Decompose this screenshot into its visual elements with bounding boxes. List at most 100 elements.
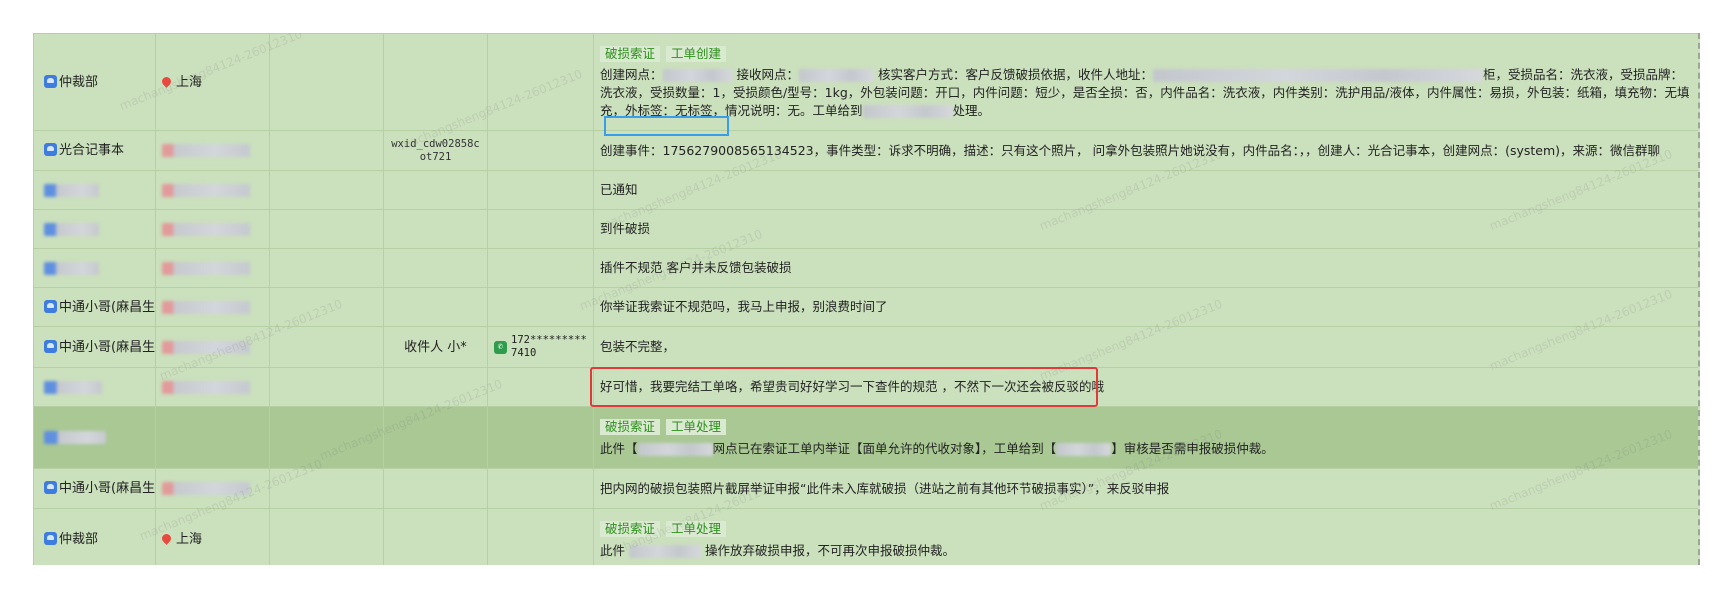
phone-cell — [487, 287, 594, 327]
empty-cell — [269, 406, 384, 469]
receiver-text: 收件人 小* — [404, 339, 467, 355]
table-row: 到件破损 — [33, 209, 1698, 249]
desc-part: 处理。 — [952, 102, 991, 118]
desc-part: 此件 — [600, 542, 626, 558]
description-text: 此件 操作放弃破损申报，不可再次申报破损仲裁。 — [600, 542, 1692, 560]
wxid-cell — [383, 468, 488, 509]
desc-part: 核实客户方式：客户反馈破损依据，收件人地址： — [878, 66, 1154, 82]
message-table: 仲裁部 上海 破损索证 工单创建 创建网点： 接收网点： 核实客户方式：客户反馈破… — [33, 33, 1700, 565]
redacted-text — [162, 482, 250, 495]
phone-icon[interactable]: ✆ — [494, 340, 507, 354]
phone-cell — [487, 248, 594, 288]
description-cell: 已通知 — [593, 170, 1698, 210]
empty-cell — [269, 130, 384, 171]
annotation-highlight-box — [604, 116, 729, 136]
table-row: 已通知 — [33, 170, 1698, 210]
redacted-text — [162, 340, 250, 354]
location-cell: 上海 — [155, 508, 270, 565]
wxid-cell — [383, 248, 488, 288]
wxid-cell — [383, 287, 488, 327]
operator-name: 仲裁部 — [59, 74, 99, 90]
tag-ticket-process[interactable]: 工单处理 — [666, 520, 727, 537]
phone-cell — [487, 508, 594, 565]
table-row: 中通小哥(麻昌生) 你举证我索证不规范吗，我马上申报，别浪费时间了 — [33, 287, 1698, 327]
redacted-text — [44, 431, 106, 444]
location-cell — [155, 468, 270, 509]
phone-cell — [487, 130, 594, 171]
redacted-text — [162, 300, 250, 314]
phone-cell — [487, 33, 594, 131]
table-row: 中通小哥(麻昌生) 收件人 小* ✆ 172*********7410 包装不完整… — [33, 326, 1698, 368]
user-icon — [44, 74, 57, 88]
phone-cell — [487, 209, 594, 249]
tag-damage-claim[interactable]: 破损索证 — [600, 418, 661, 435]
operator-name: 仲裁部 — [59, 532, 99, 547]
empty-cell — [269, 326, 384, 368]
operator-name: 中通小哥(麻昌生) — [59, 299, 156, 315]
desc-part: 操作放弃破损申报，不可再次申报破损仲裁。 — [704, 542, 955, 558]
location-cell — [155, 130, 270, 171]
location-cell — [155, 287, 270, 327]
description-text: 把内网的破损包装照片截屏举证申报“此件未入库就破损（进站之前有其他环节破损事实）… — [600, 480, 1170, 496]
location-cell — [155, 367, 270, 407]
description-text: 到件破损 — [600, 221, 651, 236]
redacted-text — [629, 544, 701, 558]
description-text: 包装不完整， — [600, 339, 676, 354]
redacted-text — [1056, 442, 1112, 456]
operator-cell — [33, 367, 156, 407]
description-text: 插件不规范 客户并未反馈包装破损 — [600, 260, 792, 275]
redacted-text — [637, 442, 713, 456]
operator-cell: 光合记事本 — [33, 130, 156, 171]
description-cell: 到件破损 — [593, 209, 1698, 249]
wxid-text: wxid_cdw02858cot721 — [391, 137, 480, 163]
tag-ticket-create[interactable]: 工单创建 — [666, 45, 727, 62]
description-cell: 破损索证 工单处理 此件 操作放弃破损申报，不可再次申报破损仲裁。 — [593, 508, 1698, 565]
redacted-text — [44, 380, 102, 394]
location-cell — [155, 406, 270, 469]
operator-name: 中通小哥(麻昌生) — [59, 339, 156, 355]
location-cell — [155, 209, 270, 249]
description-cell: 你举证我索证不规范吗，我马上申报，别浪费时间了 — [593, 287, 1698, 327]
wxid-cell: wxid_cdw02858cot721 — [383, 130, 488, 171]
empty-cell — [269, 468, 384, 509]
user-icon — [44, 299, 57, 313]
description-cell: 创建事件：1756279008565134523，事件类型：诉求不明确，描述：只… — [593, 130, 1698, 171]
redacted-text — [162, 380, 250, 394]
receiver-cell: 收件人 小* — [383, 326, 488, 368]
table-row: 仲裁部 上海 破损索证 工单处理 此件 操作放弃破损申报，不可再次申报破损仲裁。 — [33, 508, 1698, 565]
tag-group: 破损索证 工单创建 — [600, 45, 1692, 63]
location-pin-icon — [160, 74, 173, 88]
operator-name: 光合记事本 — [59, 143, 125, 158]
table-row: 插件不规范 客户并未反馈包装破损 — [33, 248, 1698, 288]
operator-cell — [33, 248, 156, 288]
table-row: 中通小哥(麻昌生) 把内网的破损包装照片截屏举证申报“此件未入库就破损（进站之前… — [33, 468, 1698, 509]
description-cell: 插件不规范 客户并未反馈包装破损 — [593, 248, 1698, 288]
redacted-text — [799, 68, 875, 82]
desc-part: 创建网点： — [600, 66, 663, 82]
operator-cell — [33, 170, 156, 210]
tag-damage-claim[interactable]: 破损索证 — [600, 520, 661, 537]
tag-ticket-process[interactable]: 工单处理 — [666, 418, 727, 435]
tag-group: 破损索证 工单处理 — [600, 520, 1692, 538]
description-cell: 破损索证 工单创建 创建网点： 接收网点： 核实客户方式：客户反馈破损依据，收件人… — [593, 33, 1698, 131]
wxid-cell — [383, 170, 488, 210]
empty-cell — [269, 508, 384, 565]
empty-cell — [269, 248, 384, 288]
desc-part: 接收网点： — [736, 66, 800, 82]
redacted-text — [44, 261, 99, 275]
table-row: 光合记事本 wxid_cdw02858cot721 创建事件：175627900… — [33, 130, 1698, 171]
redacted-text — [662, 68, 733, 82]
description-text: 你举证我索证不规范吗，我马上申报，别浪费时间了 — [600, 299, 888, 314]
location-text: 上海 — [176, 74, 203, 90]
empty-cell — [269, 287, 384, 327]
operator-cell: 仲裁部 — [33, 33, 156, 131]
redacted-text — [44, 183, 99, 197]
empty-cell — [269, 209, 384, 249]
description-cell: 包装不完整， — [593, 326, 1698, 368]
location-cell: 上海 — [155, 33, 270, 131]
tag-damage-claim[interactable]: 破损索证 — [600, 45, 661, 62]
operator-cell — [33, 406, 156, 469]
redacted-text — [44, 222, 99, 236]
wxid-cell — [383, 209, 488, 249]
redacted-text — [162, 261, 250, 275]
